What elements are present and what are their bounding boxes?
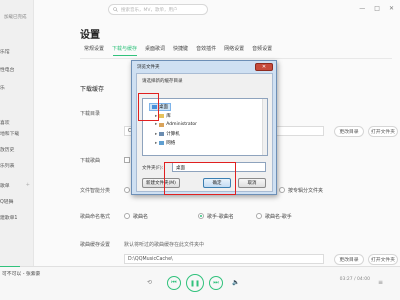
tree-item-desktop[interactable]: 桌面 <box>149 103 171 111</box>
tab-hotkeys[interactable]: 快捷键 <box>169 45 192 52</box>
cache-change-dir-button[interactable]: 更改目录 <box>334 254 364 265</box>
cache-path-field: D:\QQMusicCache\ <box>124 254 324 264</box>
classify-by-album-label: 按专辑分文件夹 <box>288 188 324 194</box>
cache-open-folder-button[interactable]: 打开文件夹 <box>368 254 398 265</box>
sidebar-item-my-playlists[interactable]: 歌单 <box>0 182 10 189</box>
previous-button[interactable]: ⏮ <box>167 276 181 290</box>
pause-icon: ❚❚ <box>189 279 201 287</box>
download-open-folder-button[interactable]: 打开文件夹 <box>368 126 398 137</box>
sidebar-item-history[interactable]: 放历史 <box>0 146 14 153</box>
tree-item-label: 库 <box>166 114 171 119</box>
smart-classify-label: 文件智能分类 <box>80 188 111 194</box>
folder-field-label: 文件夹(F): <box>142 166 164 171</box>
download-change-dir-button[interactable]: 更改目录 <box>334 126 364 137</box>
naming-song-singer-radio[interactable] <box>256 213 262 219</box>
page-title: 设置 <box>80 30 100 41</box>
tree-item-library[interactable]: ▸ 库 <box>155 113 171 120</box>
loop-icon[interactable]: ⟲ <box>147 279 152 286</box>
naming-song-singer-label: 歌曲名-歌手 <box>265 214 292 220</box>
cache-description: 默认将听过的歌曲缓存在此文件夹中 <box>124 242 205 248</box>
tab-download-cache[interactable]: 下载与缓存 <box>108 45 141 52</box>
tab-sound-plugins[interactable]: 音效插件 <box>192 45 220 52</box>
dialog-close-button[interactable]: ✕ <box>255 63 273 71</box>
search-icon <box>113 7 118 12</box>
download-lyrics-label: 下载歌曲 <box>80 158 101 164</box>
tab-desktop-lyrics[interactable]: 桌面歌词 <box>141 45 169 52</box>
naming-song-radio[interactable] <box>124 213 130 219</box>
expand-icon[interactable]: ▸ <box>155 122 157 127</box>
sidebar-item-downloads[interactable]: 地和下载 <box>0 130 19 137</box>
naming-singer-song-radio[interactable] <box>198 213 204 219</box>
download-dir-label: 下载目录 <box>80 111 101 117</box>
expand-icon[interactable]: ▸ <box>155 141 157 146</box>
naming-format-label: 歌曲命名格式 <box>80 214 111 220</box>
tree-item-network[interactable]: ▸ 网络 <box>155 140 176 147</box>
cache-label: 歌曲缓存设置 <box>80 242 111 248</box>
sidebar-item-playlist-1[interactable]: Q轻舞 <box>0 198 13 205</box>
window-controls: — □ ✕ <box>359 5 394 12</box>
desktop-icon <box>152 105 157 109</box>
tab-audio[interactable]: 音频设置 <box>248 45 276 52</box>
sidebar-user-status: 加载已完成 <box>4 15 27 20</box>
classify-by-album-radio[interactable] <box>279 187 285 193</box>
minimize-icon[interactable]: — <box>359 5 365 12</box>
ok-button[interactable]: 确定 <box>203 178 231 188</box>
search-box[interactable]: 搜索音乐，MV，歌单，用户 <box>108 4 208 15</box>
sidebar-item-playlist-2[interactable]: 建歌单1 <box>0 214 17 221</box>
tree-item-label: 网络 <box>166 141 176 146</box>
user-folder-icon <box>159 122 165 127</box>
search-placeholder: 搜索音乐，MV，歌单，用户 <box>121 7 178 13</box>
folder-tree[interactable]: 桌面 ▸ 库 ▸ Administrator ▸ 计算机 ▸ 网络 <box>142 98 268 156</box>
download-lyrics-checkbox[interactable] <box>124 157 130 163</box>
tree-item-administrator[interactable]: ▸ Administrator <box>155 122 197 127</box>
new-folder-button[interactable]: 新建文件夹(M) <box>142 178 180 188</box>
dialog-title: 浏览文件夹 <box>137 65 160 70</box>
progress-fill <box>0 266 20 267</box>
tree-item-label: 桌面 <box>159 105 168 110</box>
folder-name-input[interactable]: 桌面 <box>172 162 266 172</box>
computer-icon <box>159 132 165 136</box>
sidebar-item-playlist[interactable]: 乐列表 <box>0 162 14 169</box>
maximize-icon[interactable]: □ <box>374 5 380 12</box>
naming-singer-song-label: 歌手-歌曲名 <box>207 214 234 220</box>
sidebar-item-music-hall[interactable]: 乐馆 <box>0 48 10 55</box>
folder-icon <box>159 114 165 118</box>
now-playing-track: 可不可以 - 张紫豪 <box>2 272 41 277</box>
next-button[interactable]: ⏭ <box>209 276 223 290</box>
previous-icon: ⏮ <box>171 279 177 286</box>
cancel-button[interactable]: 取消 <box>238 178 266 188</box>
close-icon[interactable]: ✕ <box>389 5 394 12</box>
expand-icon[interactable]: ▸ <box>155 132 157 137</box>
dialog-prompt: 请选择新的缓存目录 <box>142 79 183 84</box>
progress-track[interactable] <box>0 266 400 267</box>
sidebar-item-radio[interactable]: 性电台 <box>0 66 14 73</box>
playlist-icon[interactable]: ≡ <box>378 279 383 286</box>
tab-network[interactable]: 网络设置 <box>220 45 248 52</box>
next-icon: ⏭ <box>213 279 219 286</box>
tree-item-computer[interactable]: ▸ 计算机 <box>155 131 180 138</box>
tree-item-label: Administrator <box>166 122 197 127</box>
volume-icon[interactable]: 🔈 <box>232 279 239 286</box>
network-icon <box>159 141 165 145</box>
playback-time: 03:27 / 04:00 <box>339 277 370 282</box>
expand-icon[interactable]: ▸ <box>155 114 157 119</box>
tree-scrollbar[interactable] <box>262 99 267 155</box>
add-playlist-icon[interactable]: + <box>26 182 30 188</box>
smart-classify-toggle[interactable] <box>124 187 130 193</box>
browse-folder-dialog: 浏览文件夹 ✕ 请选择新的缓存目录 桌面 ▸ 库 ▸ Administrator <box>131 60 277 195</box>
music-settings-window: 加载已完成 乐馆 性电台 乐 喜欢 地和下载 放历史 乐列表 歌单 + Q轻舞 … <box>0 0 400 300</box>
divider <box>80 58 392 59</box>
play-pause-button[interactable]: ❚❚ <box>186 274 204 292</box>
section-title: 下载缓存 <box>80 86 105 93</box>
sidebar-item-favorites[interactable]: 喜欢 <box>0 119 10 126</box>
active-tab-indicator <box>113 55 137 56</box>
tree-item-label: 计算机 <box>166 132 180 137</box>
sidebar: 加载已完成 乐馆 性电台 乐 喜欢 地和下载 放历史 乐列表 歌单 + Q轻舞 … <box>0 0 34 268</box>
sidebar-item-music[interactable]: 乐 <box>0 84 5 91</box>
settings-tabs: 常规设置 下载与缓存 桌面歌词 快捷键 音效插件 网络设置 音频设置 <box>80 45 276 52</box>
naming-song-label: 歌曲名 <box>133 214 149 220</box>
dialog-body: 请选择新的缓存目录 桌面 ▸ 库 ▸ Administrator ▸ 计算机 ▸… <box>136 73 273 192</box>
tab-general[interactable]: 常规设置 <box>80 45 108 52</box>
